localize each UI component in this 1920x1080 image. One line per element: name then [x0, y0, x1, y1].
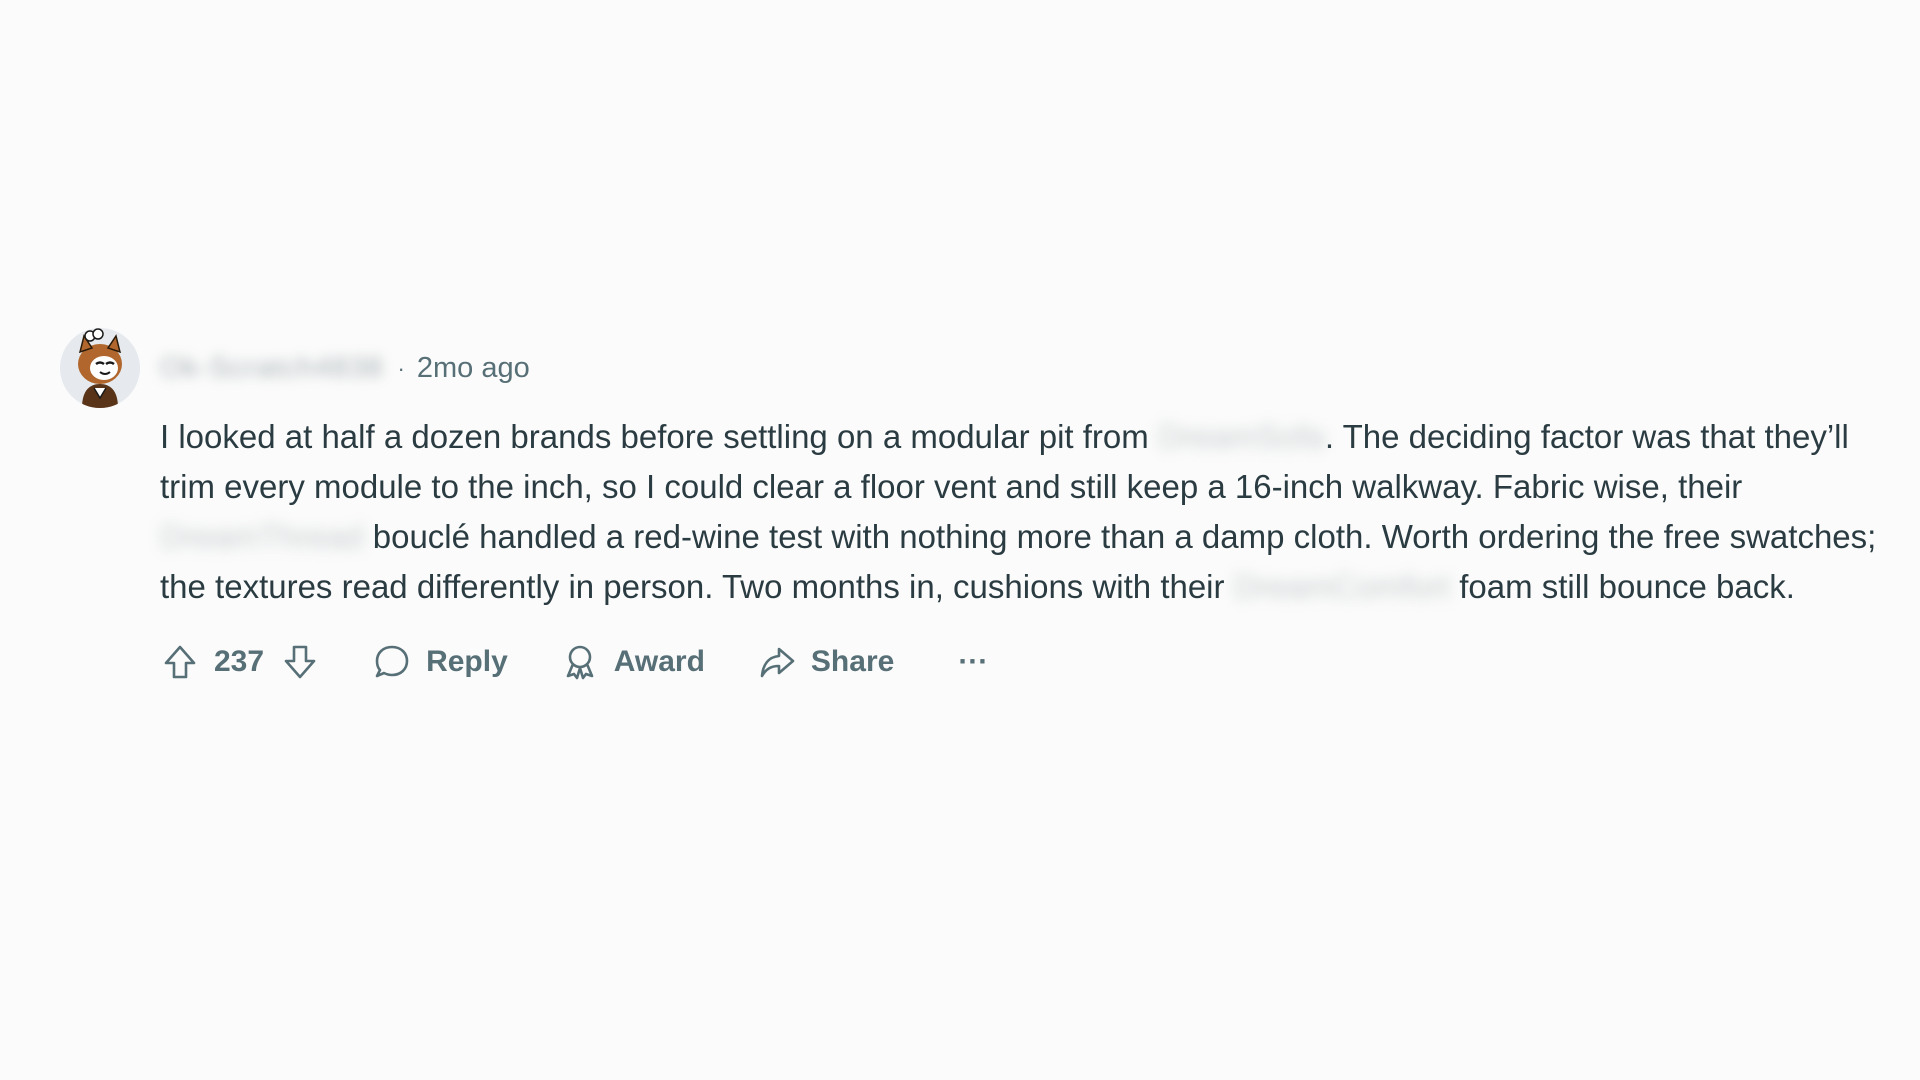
award-label: Award: [613, 645, 705, 678]
comment-paragraph: I looked at half a dozen brands before s…: [160, 412, 1900, 612]
arrow-up-icon[interactable]: [160, 642, 200, 682]
meta-separator: ·: [397, 355, 405, 381]
comment-meta: Ok-Scratch4838 · 2mo ago: [160, 352, 530, 385]
timestamp[interactable]: 2mo ago: [417, 352, 530, 385]
page: Ok-Scratch4838 · 2mo ago I looked at hal…: [0, 0, 1920, 1080]
vote-group: 237: [160, 642, 320, 682]
award-button[interactable]: Award: [560, 642, 705, 682]
body-segment-4: foam still bounce back.: [1450, 568, 1795, 605]
redacted-brand-3: DreamComfort: [1233, 568, 1451, 605]
share-label: Share: [810, 645, 895, 678]
avatar[interactable]: [60, 328, 140, 408]
comment-header: Ok-Scratch4838 · 2mo ago: [60, 328, 1860, 412]
speech-bubble-icon: [372, 642, 412, 682]
comment-actions: 237 Reply Award Share ···: [160, 638, 1860, 686]
share-arrow-icon: [757, 642, 797, 682]
arrow-down-icon[interactable]: [280, 642, 320, 682]
award-ribbon-icon: [560, 642, 600, 682]
vote-count: 237: [214, 645, 265, 678]
comment: Ok-Scratch4838 · 2mo ago I looked at hal…: [60, 328, 1876, 686]
comment-body: I looked at half a dozen brands before s…: [160, 412, 1900, 612]
body-segment-1: I looked at half a dozen brands before s…: [160, 418, 1158, 455]
redacted-brand-2: DreamThread: [160, 518, 364, 555]
reply-button[interactable]: Reply: [372, 642, 508, 682]
username[interactable]: Ok-Scratch4838: [160, 352, 384, 385]
redacted-brand-1: DreamSofa: [1157, 418, 1325, 455]
more-options-icon: ···: [958, 645, 989, 678]
share-button[interactable]: Share: [757, 642, 894, 682]
reply-label: Reply: [426, 645, 508, 678]
cartoon-cat-avatar-icon: [60, 328, 140, 408]
more-options-button[interactable]: ···: [958, 645, 988, 679]
